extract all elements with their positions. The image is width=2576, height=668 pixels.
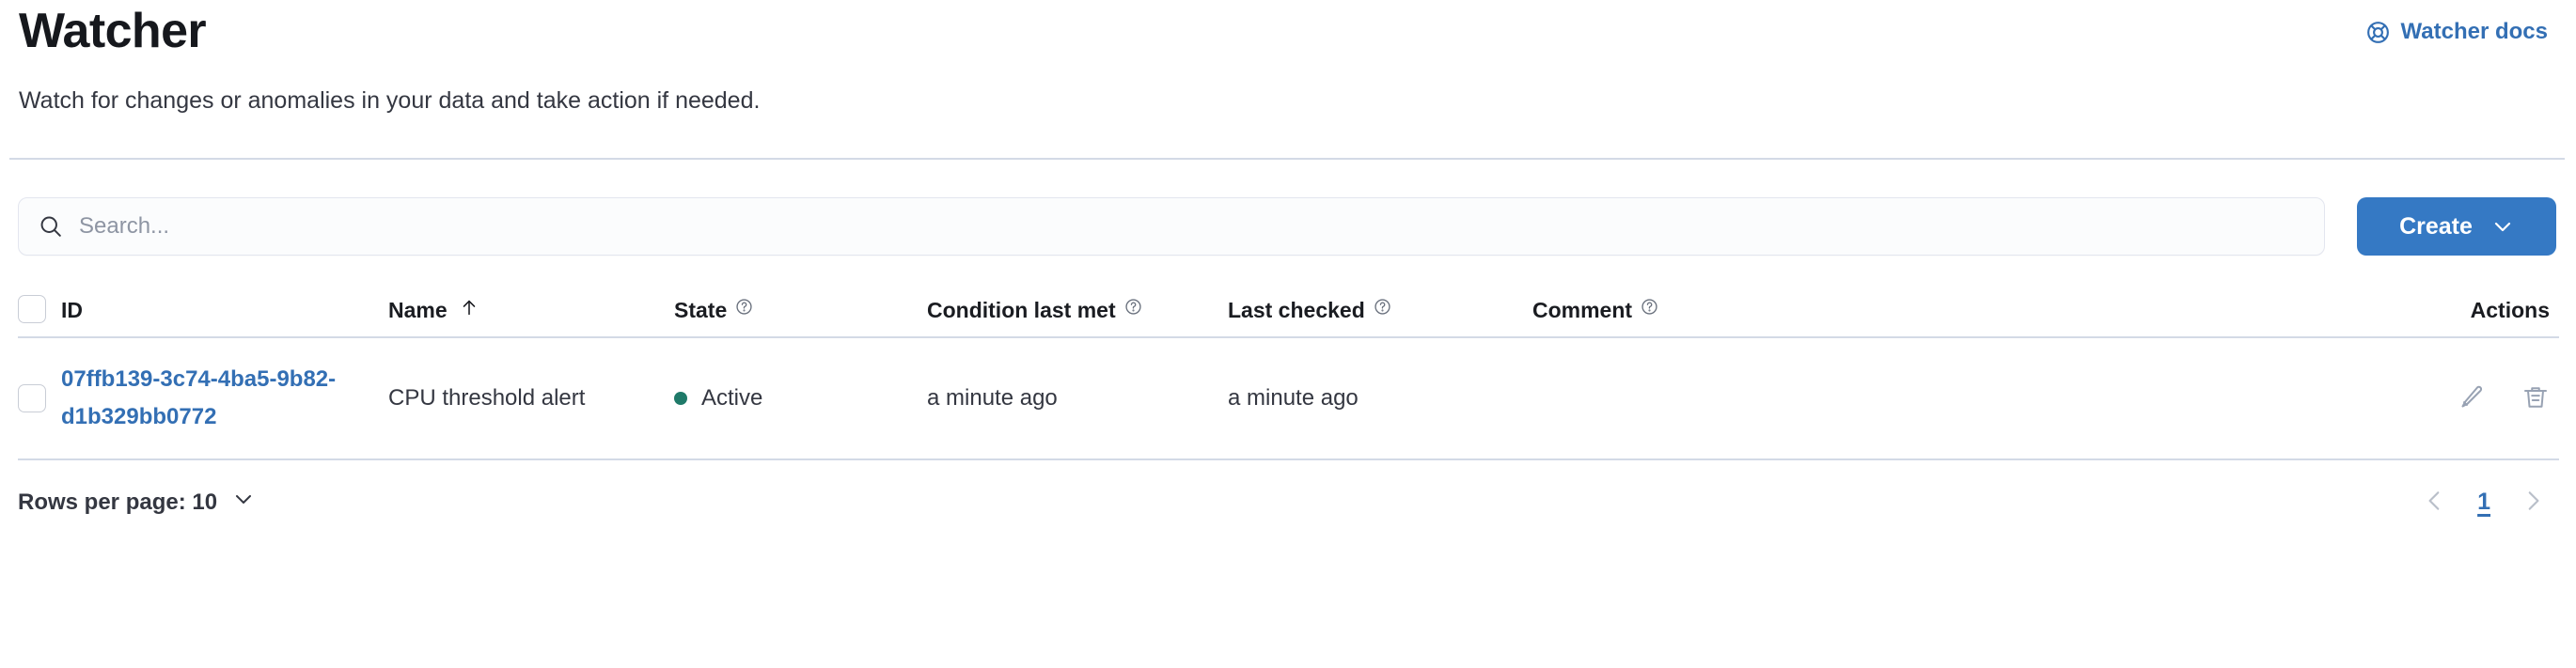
- cell-actions: [2371, 383, 2559, 414]
- edit-action-button[interactable]: [2458, 383, 2486, 414]
- chevron-right-icon: [2521, 489, 2545, 516]
- cell-last-checked: a minute ago: [1228, 385, 1359, 411]
- watcher-page: Watcher Watcher docs Watch for changes o…: [0, 0, 2576, 668]
- table-footer: Rows per page: 10 1: [17, 485, 2559, 520]
- watcher-docs-link[interactable]: Watcher docs: [2365, 19, 2559, 45]
- column-header-condition-last-met[interactable]: Condition last met: [927, 298, 1228, 323]
- row-select-checkbox[interactable]: [18, 384, 46, 412]
- help-circle-icon[interactable]: [1374, 296, 1391, 321]
- column-header-state-label: State: [674, 298, 728, 322]
- status-dot-icon: [674, 392, 687, 405]
- sort-ascending-icon: [459, 297, 479, 323]
- table-controls: Create: [17, 197, 2559, 256]
- status-badge: Active: [701, 385, 763, 411]
- page-header: Watcher Watcher docs: [17, 0, 2559, 60]
- pagination: 1: [2419, 485, 2549, 520]
- cell-name: CPU threshold alert: [388, 385, 586, 411]
- search-box[interactable]: [18, 197, 2325, 256]
- watcher-docs-label: Watcher docs: [2400, 19, 2548, 44]
- watches-table: ID Name State Condition last met Last ch…: [17, 289, 2559, 460]
- column-header-condition-last-met-label: Condition last met: [927, 298, 1116, 322]
- help-circle-icon[interactable]: [735, 296, 753, 321]
- pencil-icon: [2458, 383, 2486, 414]
- column-header-last-checked-label: Last checked: [1228, 298, 1365, 322]
- table-row: 07ffb139-3c74-4ba5-9b82-d1b329bb0772 CPU…: [18, 338, 2559, 460]
- create-button[interactable]: Create: [2357, 197, 2556, 256]
- cell-id: 07ffb139-3c74-4ba5-9b82-d1b329bb0772: [61, 361, 388, 436]
- trash-icon: [2521, 383, 2550, 414]
- column-header-actions-label: Actions: [2470, 298, 2550, 322]
- watch-id-link[interactable]: 07ffb139-3c74-4ba5-9b82-d1b329bb0772: [61, 361, 343, 436]
- column-header-id[interactable]: ID: [61, 298, 388, 323]
- page-button-1[interactable]: 1: [2474, 489, 2494, 516]
- column-header-name-label: Name: [388, 297, 448, 322]
- select-all-cell: [18, 295, 61, 323]
- search-icon: [38, 213, 64, 240]
- rows-per-page-label: Rows per page: 10: [18, 489, 218, 515]
- chevron-down-icon: [232, 488, 255, 517]
- column-header-id-label: ID: [61, 298, 83, 322]
- chevron-left-icon: [2423, 489, 2447, 516]
- row-select-cell: [18, 384, 61, 412]
- create-button-label: Create: [2399, 212, 2473, 240]
- column-header-state[interactable]: State: [674, 298, 927, 323]
- cell-state: Active: [674, 381, 927, 416]
- next-page-button[interactable]: [2517, 485, 2549, 520]
- column-header-comment-label: Comment: [1532, 298, 1633, 322]
- select-all-checkbox[interactable]: [18, 295, 46, 323]
- previous-page-button[interactable]: [2419, 485, 2451, 520]
- column-header-comment[interactable]: Comment: [1532, 298, 2371, 323]
- page-subtitle: Watch for changes or anomalies in your d…: [19, 87, 761, 114]
- delete-action-button[interactable]: [2521, 383, 2550, 414]
- rows-per-page-selector[interactable]: Rows per page: 10: [18, 488, 255, 517]
- search-input[interactable]: [79, 213, 2305, 240]
- column-header-actions: Actions: [2371, 298, 2559, 323]
- table-header-row: ID Name State Condition last met Last ch…: [18, 289, 2559, 338]
- chevron-down-icon: [2491, 215, 2514, 238]
- column-header-last-checked[interactable]: Last checked: [1228, 298, 1532, 323]
- page-title: Watcher: [19, 4, 207, 58]
- help-circle-icon[interactable]: [1641, 296, 1658, 321]
- cell-condition-last-met: a minute ago: [927, 385, 1058, 411]
- lifebuoy-icon: [2365, 20, 2391, 45]
- column-header-name[interactable]: Name: [388, 297, 674, 323]
- header-divider: [9, 158, 2565, 160]
- help-circle-icon[interactable]: [1124, 296, 1142, 321]
